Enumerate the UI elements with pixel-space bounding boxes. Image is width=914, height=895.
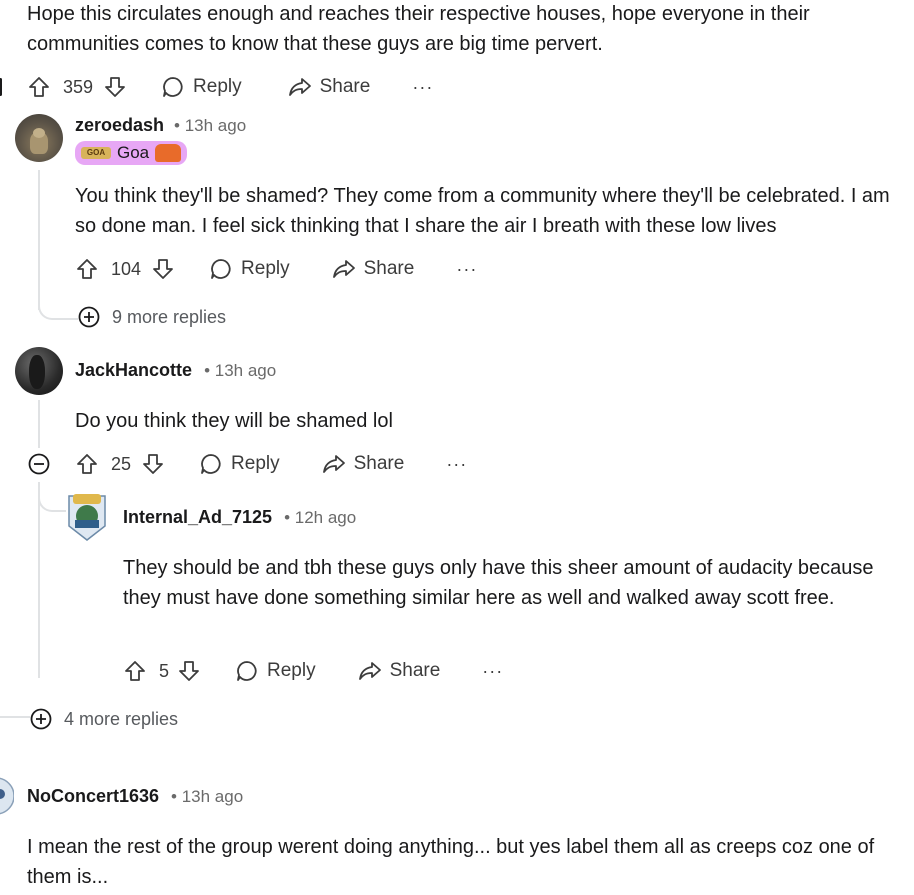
goa-badge-icon	[155, 144, 182, 162]
share-label: Share	[363, 258, 415, 279]
avatar-head	[33, 128, 45, 138]
thread-line	[38, 400, 40, 448]
username[interactable]: JackHancotte	[75, 360, 192, 381]
more-options-icon[interactable]: ···	[412, 78, 433, 96]
goa-flair-icon: GOA	[81, 147, 111, 159]
downvote-icon[interactable]	[141, 452, 165, 476]
reply-button[interactable]: Reply	[199, 452, 280, 476]
timestamp: • 12h ago	[284, 507, 357, 527]
reply-button[interactable]: Reply	[209, 257, 290, 281]
comment-actions: 104 Reply Share ···	[75, 251, 477, 287]
snoo-avatar-icon	[68, 494, 106, 541]
share-button[interactable]: Share	[358, 659, 441, 683]
upvote-icon[interactable]	[75, 452, 99, 476]
avatar[interactable]	[63, 490, 111, 542]
timestamp: • 13h ago	[171, 786, 244, 806]
avatar[interactable]	[15, 114, 63, 162]
share-arrow-icon	[358, 659, 382, 683]
downvote-icon[interactable]	[151, 257, 175, 281]
snoo-avatar-icon	[0, 777, 14, 815]
speech-bubble-icon	[235, 659, 259, 683]
timestamp: • 13h ago	[204, 360, 277, 380]
share-button[interactable]: Share	[322, 452, 405, 476]
thread-line	[38, 482, 40, 678]
more-options-icon[interactable]: ···	[456, 260, 477, 278]
speech-bubble-icon	[199, 452, 223, 476]
vote-count: 359	[63, 76, 94, 97]
username[interactable]: NoConcert1636	[27, 786, 159, 807]
more-replies-label: 4 more replies	[64, 708, 179, 729]
comment-actions: 25 Reply Share ···	[75, 446, 467, 482]
thread-curve	[0, 716, 30, 718]
thread-curve	[38, 298, 78, 320]
comment-header: Internal_Ad_7125 • 12h ago	[123, 507, 356, 528]
comment-header: JackHancotte • 13h ago	[75, 360, 276, 381]
more-replies-label: 9 more replies	[112, 306, 227, 327]
user-flair: GOA Goa	[75, 141, 188, 165]
username[interactable]: zeroedash	[75, 115, 164, 136]
speech-bubble-icon	[209, 257, 233, 281]
thread-line	[0, 78, 2, 96]
vote-count: 104	[111, 258, 142, 279]
expand-plus-icon	[30, 708, 52, 730]
more-options-icon[interactable]: ···	[446, 455, 467, 473]
comment-body: You think they'll be shamed? They come f…	[75, 185, 890, 237]
vote-count: 25	[111, 453, 132, 474]
share-label: Share	[319, 76, 371, 97]
comment-body: Hope this circulates enough and reaches …	[27, 3, 810, 55]
avatar[interactable]	[15, 347, 63, 395]
downvote-icon[interactable]	[177, 659, 201, 683]
more-replies-link[interactable]: 4 more replies	[30, 708, 178, 730]
collapse-thread-button[interactable]	[28, 453, 50, 480]
speech-bubble-icon	[161, 75, 185, 99]
comment-body: Do you think they will be shamed lol	[75, 410, 393, 432]
share-label: Share	[389, 660, 441, 681]
upvote-icon[interactable]	[27, 75, 51, 99]
thread-line	[38, 170, 40, 310]
username[interactable]: Internal_Ad_7125	[123, 507, 272, 528]
share-label: Share	[353, 453, 405, 474]
reply-label: Reply	[267, 660, 316, 681]
comment-header: NoConcert1636 • 13h ago	[27, 786, 243, 807]
upvote-icon[interactable]	[75, 257, 99, 281]
reply-button[interactable]: Reply	[235, 659, 316, 683]
share-arrow-icon	[288, 75, 312, 99]
timestamp: • 13h ago	[174, 115, 247, 135]
comment-actions: 5 Reply Share ···	[123, 653, 503, 689]
avatar-figure	[29, 355, 45, 389]
share-arrow-icon	[322, 452, 346, 476]
reply-label: Reply	[241, 258, 290, 279]
vote-count: 5	[159, 660, 170, 681]
avatar[interactable]	[0, 776, 14, 816]
thread-curve	[38, 488, 66, 512]
comment-body: They should be and tbh these guys only h…	[123, 557, 874, 609]
comment-actions: 359 Reply Share ···	[27, 69, 433, 105]
downvote-icon[interactable]	[103, 75, 127, 99]
share-button[interactable]: Share	[288, 75, 371, 99]
more-replies-link[interactable]: 9 more replies	[78, 306, 226, 328]
comment-body: I mean the rest of the group werent doin…	[27, 836, 875, 888]
share-button[interactable]: Share	[332, 257, 415, 281]
flair-label: Goa	[117, 143, 150, 162]
comment-header: zeroedash • 13h ago	[75, 115, 246, 136]
collapse-minus-icon	[28, 453, 50, 475]
reply-label: Reply	[231, 453, 280, 474]
expand-plus-icon	[78, 306, 100, 328]
reply-label: Reply	[193, 76, 242, 97]
upvote-icon[interactable]	[123, 659, 147, 683]
reply-button[interactable]: Reply	[161, 75, 242, 99]
more-options-icon[interactable]: ···	[482, 662, 503, 680]
share-arrow-icon	[332, 257, 356, 281]
